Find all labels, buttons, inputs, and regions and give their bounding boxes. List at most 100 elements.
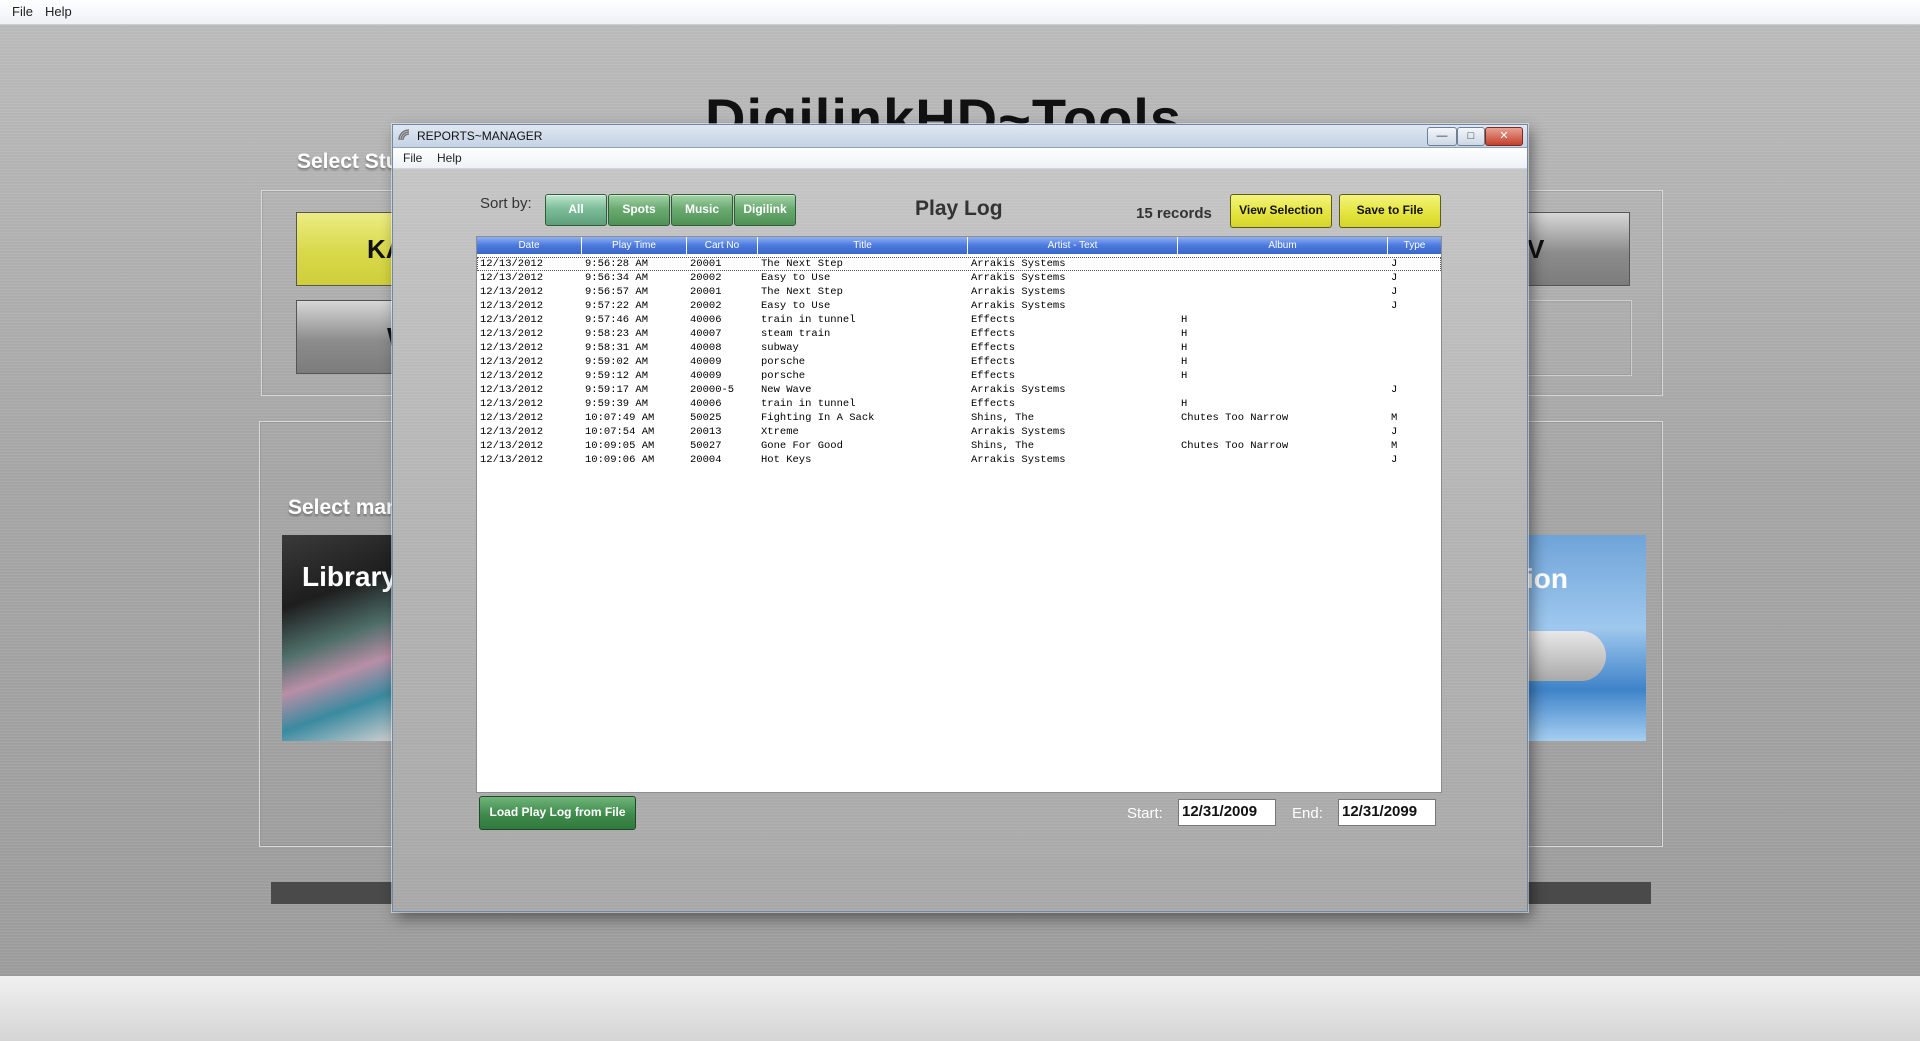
cell-album: H bbox=[1181, 356, 1188, 368]
main-menu-help[interactable]: Help bbox=[45, 4, 72, 19]
main-menu-file[interactable]: File bbox=[12, 4, 33, 19]
cell-title: porsche bbox=[761, 370, 806, 382]
studio-button-v[interactable]: V bbox=[1526, 212, 1630, 286]
cell-cart-no: 40007 bbox=[690, 328, 722, 340]
table-row[interactable]: 12/13/2012 9:58:23 AM 40007 steam train Effe… bbox=[477, 327, 1441, 341]
cell-artist: Arrakis Systems bbox=[971, 258, 1066, 270]
cell-type: J bbox=[1391, 300, 1398, 312]
table-row[interactable]: 12/13/2012 9:59:17 AM 20000-5 New Wave Arrak… bbox=[477, 383, 1441, 397]
table-row[interactable]: 12/13/2012 10:09:06 AM 20004 Hot Keys Arraki… bbox=[477, 453, 1441, 467]
cell-date: 12/13/2012 bbox=[480, 440, 544, 452]
table-row[interactable]: 12/13/2012 9:56:57 AM 20001 The Next Step Ar… bbox=[477, 285, 1441, 299]
cell-date: 12/13/2012 bbox=[480, 300, 544, 312]
library-tile[interactable]: Library bbox=[282, 535, 394, 741]
maximize-button[interactable]: □ bbox=[1457, 127, 1485, 146]
view-selection-button[interactable]: View Selection bbox=[1230, 194, 1332, 228]
record-count: 15 records bbox=[1136, 205, 1212, 222]
table-row[interactable]: 12/13/2012 9:59:39 AM 40006 train in tunnel… bbox=[477, 397, 1441, 411]
table-row[interactable]: 12/13/2012 9:57:46 AM 40006 train in tunnel… bbox=[477, 313, 1441, 327]
table-row[interactable]: 12/13/2012 9:58:31 AM 40008 subway Effects H bbox=[477, 341, 1441, 355]
cell-date: 12/13/2012 bbox=[480, 286, 544, 298]
minimize-button[interactable]: — bbox=[1427, 127, 1457, 146]
cell-artist: Arrakis Systems bbox=[971, 286, 1066, 298]
automation-tile-label: ion bbox=[1526, 563, 1568, 594]
column-header-play-time[interactable]: Play Time bbox=[582, 237, 687, 254]
sort-music-button[interactable]: Music bbox=[671, 194, 733, 226]
studio-button-w[interactable]: W bbox=[296, 300, 412, 374]
cell-cart-no: 20004 bbox=[690, 454, 722, 466]
cell-play-time: 9:59:12 AM bbox=[585, 370, 649, 382]
sort-digilink-button[interactable]: Digilink bbox=[734, 194, 796, 226]
cell-album: H bbox=[1181, 314, 1188, 326]
taskbar-strip bbox=[0, 975, 1920, 1041]
column-header-artist[interactable]: Artist - Text bbox=[968, 237, 1178, 254]
studio-button-empty[interactable] bbox=[1526, 300, 1632, 376]
load-play-log-button[interactable]: Load Play Log from File bbox=[479, 796, 636, 830]
cell-album: H bbox=[1181, 370, 1188, 382]
start-date-label: Start: bbox=[1127, 805, 1163, 822]
end-date-label: End: bbox=[1292, 805, 1323, 822]
column-header-album[interactable]: Album bbox=[1178, 237, 1388, 254]
cell-artist: Effects bbox=[971, 314, 1016, 326]
cell-cart-no: 20002 bbox=[690, 272, 722, 284]
window-menu-file[interactable]: File bbox=[403, 151, 422, 165]
cell-album: H bbox=[1181, 398, 1188, 410]
cell-artist: Effects bbox=[971, 370, 1016, 382]
cell-play-time: 10:07:54 AM bbox=[585, 426, 655, 438]
cell-type: J bbox=[1391, 286, 1398, 298]
column-header-type[interactable]: Type bbox=[1388, 237, 1441, 254]
window-titlebar[interactable]: REPORTS~MANAGER — □ ✕ bbox=[393, 125, 1527, 148]
cell-title: porsche bbox=[761, 356, 806, 368]
column-header-title[interactable]: Title bbox=[758, 237, 968, 254]
select-studio-label: Select Stu bbox=[297, 150, 399, 173]
close-button[interactable]: ✕ bbox=[1485, 127, 1523, 146]
studio-button-ka[interactable]: KA bbox=[296, 212, 406, 286]
table-row[interactable]: 12/13/2012 9:56:28 AM 20001 The Next Step Ar… bbox=[477, 257, 1441, 271]
save-to-file-button[interactable]: Save to File bbox=[1339, 194, 1441, 228]
cell-artist: Effects bbox=[971, 328, 1016, 340]
cell-type: J bbox=[1391, 258, 1398, 270]
cell-date: 12/13/2012 bbox=[480, 272, 544, 284]
table-row[interactable]: 12/13/2012 9:57:22 AM 20002 Easy to Use Arra… bbox=[477, 299, 1441, 313]
table-row[interactable]: 12/13/2012 10:09:05 AM 50027 Gone For Good S… bbox=[477, 439, 1441, 453]
cell-artist: Shins, The bbox=[971, 412, 1035, 424]
report-heading: Play Log bbox=[915, 197, 1003, 220]
table-row[interactable]: 12/13/2012 9:59:02 AM 40009 porsche Effects H bbox=[477, 355, 1441, 369]
cell-album: Chutes Too Narrow bbox=[1181, 412, 1289, 424]
window-menubar: File Help bbox=[393, 148, 1527, 169]
cell-date: 12/13/2012 bbox=[480, 314, 544, 326]
sort-all-button[interactable]: All bbox=[545, 194, 607, 226]
cell-cart-no: 20001 bbox=[690, 286, 722, 298]
cell-title: Easy to Use bbox=[761, 272, 831, 284]
cell-play-time: 9:56:57 AM bbox=[585, 286, 649, 298]
cell-title: Fighting In A Sack bbox=[761, 412, 875, 424]
cell-artist: Effects bbox=[971, 356, 1016, 368]
column-header-date[interactable]: Date bbox=[477, 237, 582, 254]
cell-play-time: 9:57:46 AM bbox=[585, 314, 649, 326]
cell-play-time: 9:59:02 AM bbox=[585, 356, 649, 368]
column-header-cart-no[interactable]: Cart No bbox=[687, 237, 758, 254]
table-row[interactable]: 12/13/2012 10:07:49 AM 50025 Fighting In A … bbox=[477, 411, 1441, 425]
cell-cart-no: 20002 bbox=[690, 300, 722, 312]
cell-album: Chutes Too Narrow bbox=[1181, 440, 1289, 452]
table-row[interactable]: 12/13/2012 10:07:54 AM 20013 Xtreme Arrakis … bbox=[477, 425, 1441, 439]
automation-tile[interactable]: ion bbox=[1526, 535, 1646, 741]
start-date-field[interactable]: 12/31/2009 bbox=[1178, 799, 1276, 826]
play-log-grid[interactable]: Date Play Time Cart No Title Artist - Te… bbox=[476, 236, 1442, 793]
end-date-field[interactable]: 12/31/2099 bbox=[1338, 799, 1436, 826]
cell-cart-no: 40006 bbox=[690, 398, 722, 410]
sort-spots-button[interactable]: Spots bbox=[608, 194, 670, 226]
table-row[interactable]: 12/13/2012 9:59:12 AM 40009 porsche Effects H bbox=[477, 369, 1441, 383]
cell-date: 12/13/2012 bbox=[480, 328, 544, 340]
cell-play-time: 9:59:17 AM bbox=[585, 384, 649, 396]
cell-artist: Arrakis Systems bbox=[971, 272, 1066, 284]
app-logo-icon bbox=[398, 129, 410, 141]
cell-date: 12/13/2012 bbox=[480, 370, 544, 382]
cell-type: J bbox=[1391, 384, 1398, 396]
cell-title: Xtreme bbox=[761, 426, 799, 438]
cell-title: train in tunnel bbox=[761, 314, 856, 326]
table-row[interactable]: 12/13/2012 9:56:34 AM 20002 Easy to Use Arra… bbox=[477, 271, 1441, 285]
cell-play-time: 10:07:49 AM bbox=[585, 412, 655, 424]
cell-date: 12/13/2012 bbox=[480, 258, 544, 270]
window-menu-help[interactable]: Help bbox=[437, 151, 462, 165]
